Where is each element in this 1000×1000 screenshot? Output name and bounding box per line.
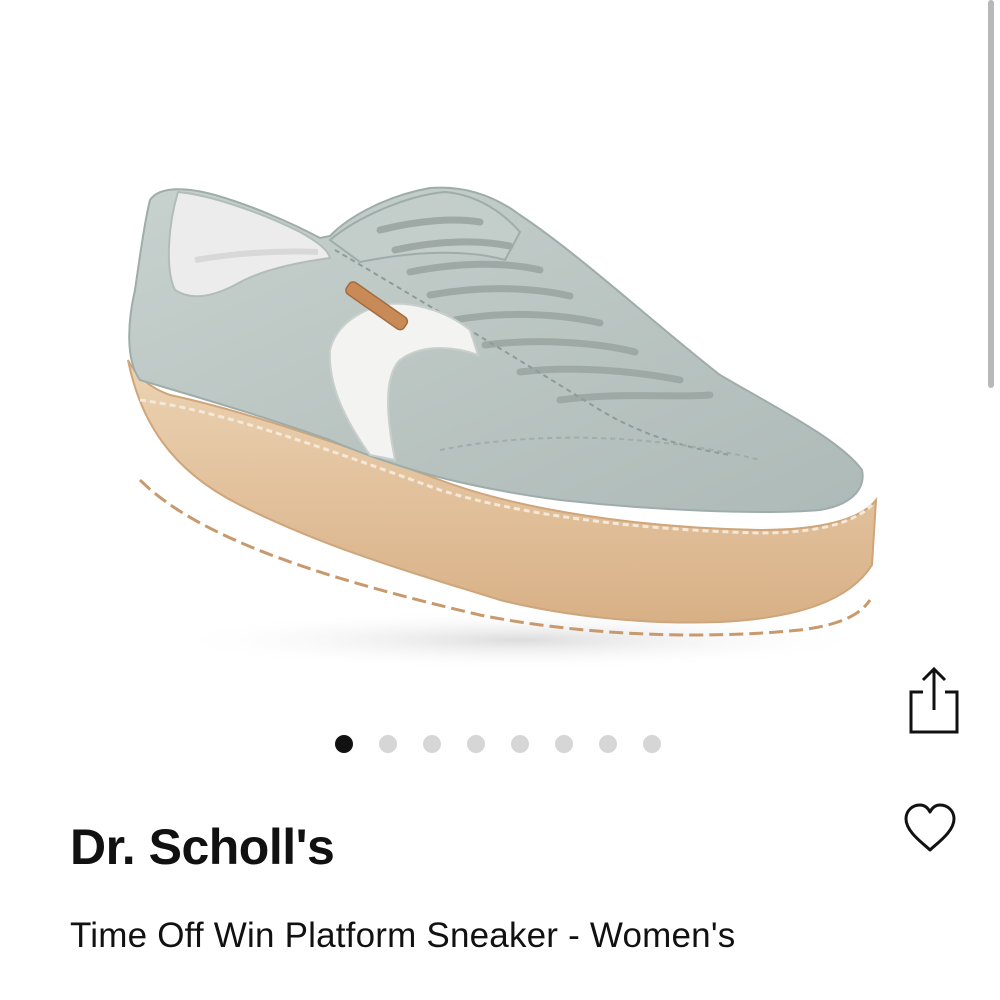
product-image[interactable] <box>0 0 1000 720</box>
pagination-dot[interactable] <box>555 735 573 753</box>
heart-icon <box>904 803 956 852</box>
share-button[interactable] <box>903 664 963 738</box>
product-title: Time Off Win Platform Sneaker - Women's <box>70 916 736 955</box>
pagination-dot[interactable] <box>511 735 529 753</box>
pagination-dot[interactable] <box>379 735 397 753</box>
product-detail-page: Dr. Scholl's Time Off Win Platform Sneak… <box>0 0 1000 1000</box>
brand-name[interactable]: Dr. Scholl's <box>70 822 335 872</box>
image-pagination <box>335 734 661 754</box>
pagination-dot[interactable] <box>599 735 617 753</box>
scrollbar[interactable] <box>988 0 994 388</box>
sneaker-illustration <box>127 186 880 670</box>
share-icon <box>909 666 959 734</box>
pagination-dot[interactable] <box>643 735 661 753</box>
pagination-dot[interactable] <box>423 735 441 753</box>
pagination-dot[interactable] <box>467 735 485 753</box>
pagination-dot[interactable] <box>335 735 353 753</box>
favorite-button[interactable] <box>900 800 960 856</box>
